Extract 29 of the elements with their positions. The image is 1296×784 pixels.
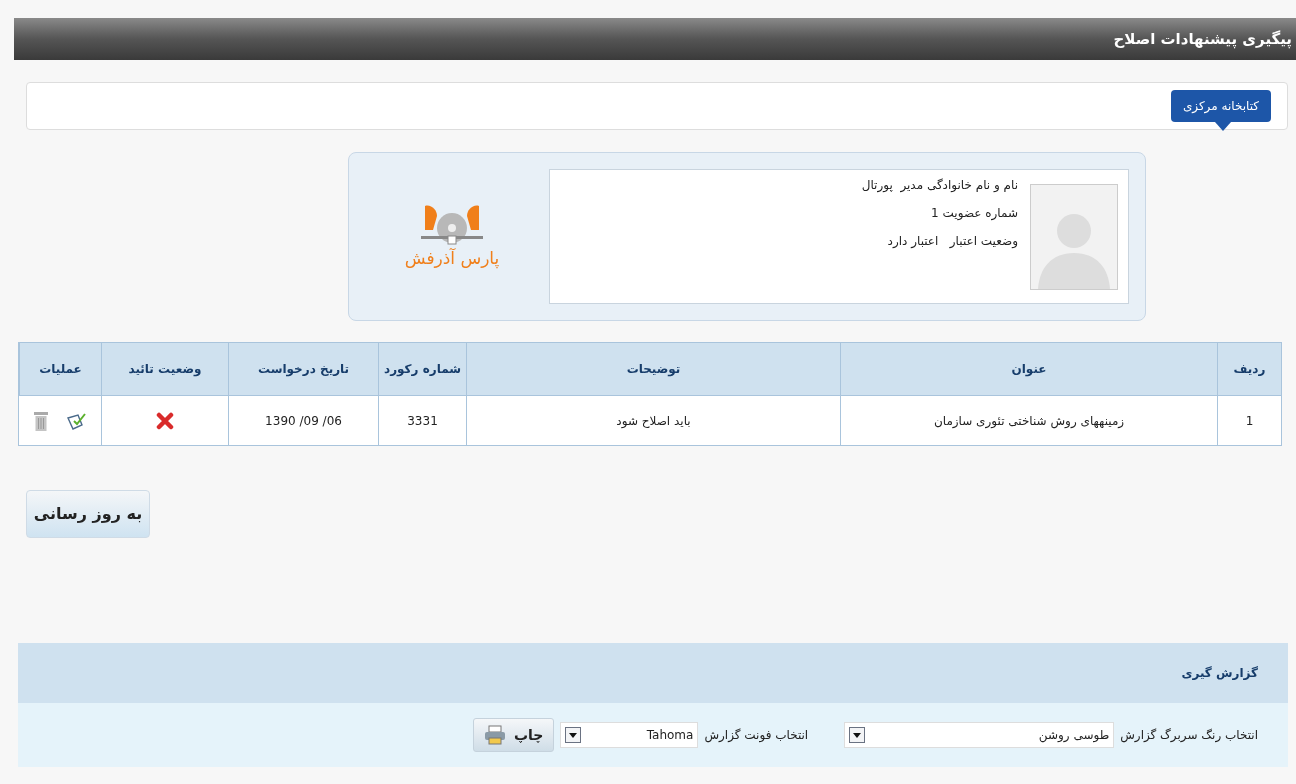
logo-text: پارس آذرفش <box>404 246 500 271</box>
column-header: وضعیت تائید <box>101 343 228 395</box>
column-header: عنوان <box>840 343 1217 395</box>
color-label: انتخاب رنگ سربرگ گزارش <box>1120 727 1258 744</box>
column-header: توضیحات <box>466 343 840 395</box>
table-cell: 1390 /09 /06 <box>228 396 378 445</box>
trash-icon[interactable] <box>33 409 49 432</box>
table-cell: باید اصلاح شود <box>466 396 840 445</box>
profile-line: نام و نام خانوادگی مدیر پورتال <box>861 177 1018 194</box>
printer-icon <box>483 725 506 745</box>
table-cell: 1 <box>1217 396 1281 445</box>
update-button[interactable]: به روز رسانی <box>26 490 150 538</box>
column-header: ردیف <box>1217 343 1281 395</box>
font-select[interactable]: Tahoma <box>560 722 699 748</box>
column-header: عملیات <box>19 343 101 395</box>
caret-icon <box>853 732 862 738</box>
print-button[interactable]: چاپ <box>472 718 555 752</box>
profile-line: شماره عضویت 1 <box>930 205 1018 222</box>
color-select[interactable]: طوسی روشن <box>844 722 1115 748</box>
font-label: انتخاب فونت گزارش <box>704 727 809 744</box>
table-cell: 3331 <box>378 396 466 445</box>
column-header: شماره رکورد <box>378 343 466 395</box>
profile-line: وضعیت اعتبار اعتبار دارد <box>886 233 1018 250</box>
caret-icon <box>569 732 578 738</box>
page-title: پیگیری پیشنهادات اصلاح <box>1113 28 1292 51</box>
report-title: گزارش گیری <box>1181 665 1258 682</box>
column-header: تاریخ درخواست <box>228 343 378 395</box>
tab-pointer-icon <box>1214 122 1231 131</box>
table-cell: زمینههای روش شناختی تئوری سازمان <box>840 396 1217 445</box>
